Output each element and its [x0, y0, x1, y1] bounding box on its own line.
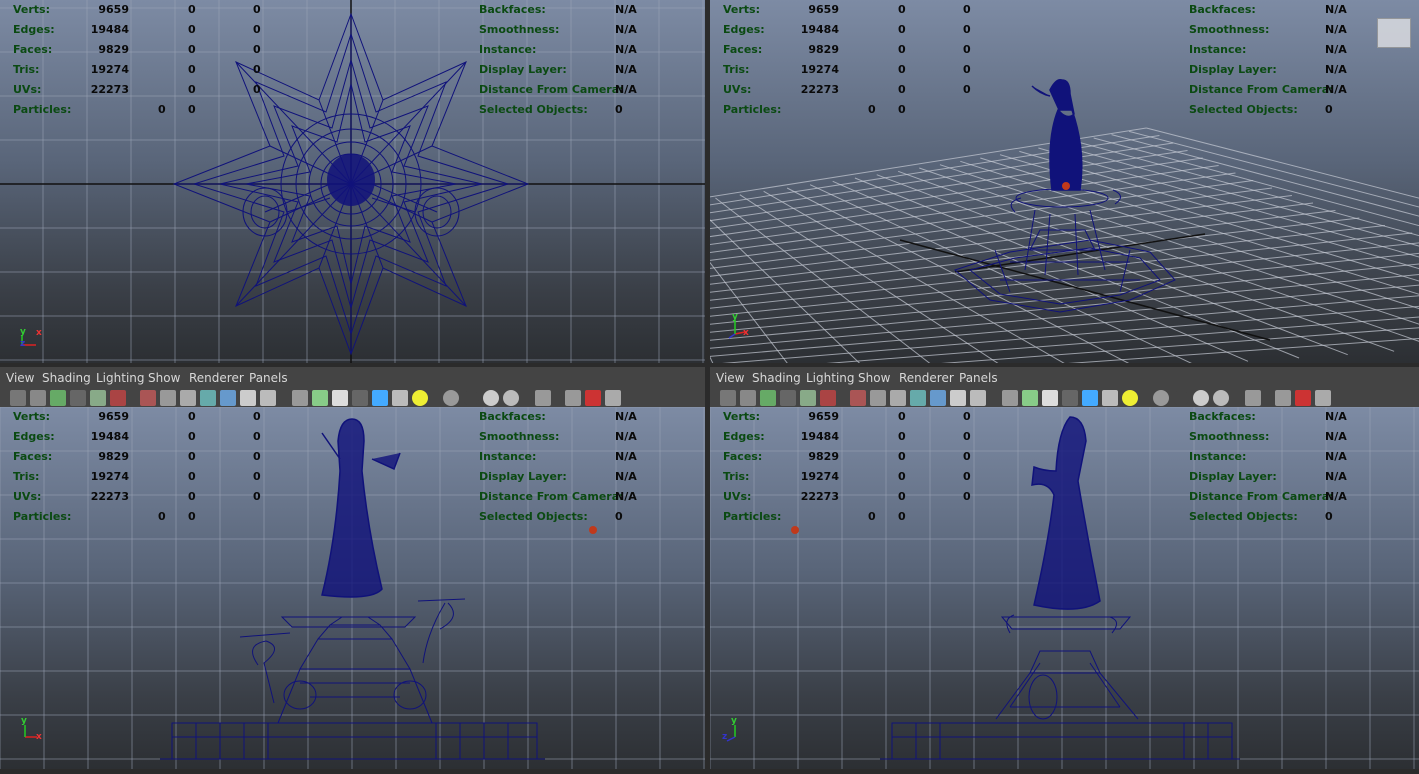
menu-renderer[interactable]: Renderer: [189, 371, 244, 385]
menu-show[interactable]: Show: [858, 371, 890, 385]
menu-panels[interactable]: Panels: [249, 371, 288, 385]
camera-icon[interactable]: [10, 390, 26, 406]
grid-icon[interactable]: [483, 390, 499, 406]
wireframe-icon[interactable]: [1295, 390, 1311, 406]
flat-icon[interactable]: [950, 390, 966, 406]
viewport-persp[interactable]: y x Verts: 9659 0 0 Edges: 19484 0 0 Faces: 9829 0…: [710, 0, 1419, 363]
xray-icon[interactable]: [352, 390, 368, 406]
menu-view[interactable]: View: [716, 371, 744, 385]
persp-view-canvas: [710, 78, 1419, 363]
resolution-gate-icon[interactable]: [1275, 390, 1291, 406]
axis-z-label: z: [722, 732, 728, 742]
smooth-shade-icon[interactable]: [1315, 390, 1331, 406]
safe-action-icon[interactable]: [140, 390, 156, 406]
panel-toolbar-right: [710, 389, 1419, 407]
menu-lighting[interactable]: Lighting: [806, 371, 855, 385]
front-view-canvas: [0, 407, 705, 769]
light-icon[interactable]: [1062, 182, 1070, 190]
default-light-icon[interactable]: [970, 390, 986, 406]
viewport-side[interactable]: y z Verts: 9659 0 0 Edges: 19484 0 0 Faces: 9829 0…: [710, 407, 1419, 769]
image-plane-icon[interactable]: [780, 390, 796, 406]
menu-show[interactable]: Show: [148, 371, 180, 385]
axis-x-label: x: [36, 328, 42, 338]
film-gate-icon[interactable]: [110, 390, 126, 406]
panel-menubar-left: View Shading Lighting Show Renderer Panels: [0, 367, 705, 389]
axis-y-label: y: [731, 716, 737, 726]
shadows-icon[interactable]: [1042, 390, 1058, 406]
safe-action-icon[interactable]: [850, 390, 866, 406]
textured-icon[interactable]: [292, 390, 308, 406]
xray-icon[interactable]: [1062, 390, 1078, 406]
camera-icon[interactable]: [720, 390, 736, 406]
bookmark-icon[interactable]: [443, 390, 459, 406]
menu-view[interactable]: View: [6, 371, 34, 385]
menu-shading[interactable]: Shading: [752, 371, 801, 385]
top-view-canvas: [0, 0, 705, 363]
menu-shading[interactable]: Shading: [42, 371, 91, 385]
fountain-persp-wireframe: [953, 188, 1176, 313]
menu-panels[interactable]: Panels: [959, 371, 998, 385]
axis-x-label: x: [743, 328, 749, 338]
smooth-shade-icon[interactable]: [200, 390, 216, 406]
film-gate-icon[interactable]: [820, 390, 836, 406]
film-gate-icon[interactable]: [1213, 390, 1229, 406]
camera-attr-icon[interactable]: [412, 390, 428, 406]
shade-wire-icon[interactable]: [930, 390, 946, 406]
grid-icon[interactable]: [800, 390, 816, 406]
image-plane-icon[interactable]: [463, 390, 479, 406]
camera-attr-icon[interactable]: [740, 390, 756, 406]
menu-lighting[interactable]: Lighting: [96, 371, 145, 385]
lights-icon[interactable]: [312, 390, 328, 406]
smooth-shade-icon[interactable]: [910, 390, 926, 406]
light-icon[interactable]: [791, 526, 799, 534]
light-icon[interactable]: [589, 526, 597, 534]
axis-x-label: x: [36, 732, 42, 742]
default-light-icon[interactable]: [260, 390, 276, 406]
viewcube[interactable]: [1377, 18, 1411, 48]
lights-icon[interactable]: [1022, 390, 1038, 406]
fountain-side-wireframe: [880, 614, 1240, 760]
camera-attr-icon[interactable]: [30, 390, 46, 406]
resolution-gate-icon[interactable]: [565, 390, 581, 406]
bookmark-icon[interactable]: [50, 390, 66, 406]
isolate-icon[interactable]: [372, 390, 388, 406]
bookmark-icon[interactable]: [1153, 390, 1169, 406]
axis-y-label: y: [21, 716, 27, 726]
menu-renderer[interactable]: Renderer: [899, 371, 954, 385]
viewport-top[interactable]: y x z Verts: 9659 0 0 Edges: 19484 0 0 Faces: 982…: [0, 0, 705, 363]
isolate-icon[interactable]: [1082, 390, 1098, 406]
axis-y-label: y: [732, 312, 738, 322]
shadows-icon[interactable]: [332, 390, 348, 406]
resolution-gate-icon[interactable]: [870, 390, 886, 406]
safe-action-icon[interactable]: [1245, 390, 1261, 406]
wireframe-icon[interactable]: [180, 390, 196, 406]
wireframe-icon[interactable]: [585, 390, 601, 406]
smooth-shade-icon[interactable]: [605, 390, 621, 406]
flat-icon[interactable]: [240, 390, 256, 406]
wireframe-icon[interactable]: [890, 390, 906, 406]
bottom-border: [0, 769, 1419, 774]
camera-icon[interactable]: [1102, 390, 1118, 406]
image-plane-icon[interactable]: [70, 390, 86, 406]
viewport-front[interactable]: y x Verts: 9659 0 0 Edges: 19484 0 0 Faces: 9829 0…: [0, 407, 705, 769]
side-view-canvas: [710, 407, 1419, 769]
shade-wire-icon[interactable]: [220, 390, 236, 406]
bookmark-icon[interactable]: [760, 390, 776, 406]
panel-menubar-right: View Shading Lighting Show Renderer Panels: [710, 367, 1419, 389]
film-gate-icon[interactable]: [503, 390, 519, 406]
grid-icon[interactable]: [90, 390, 106, 406]
textured-icon[interactable]: [1002, 390, 1018, 406]
axis-gizmo-br: [726, 725, 736, 742]
resolution-gate-icon[interactable]: [160, 390, 176, 406]
safe-action-icon[interactable]: [535, 390, 551, 406]
camera-icon[interactable]: [392, 390, 408, 406]
image-plane-icon[interactable]: [1173, 390, 1189, 406]
grid-icon[interactable]: [1193, 390, 1209, 406]
axis-y-label: y: [20, 327, 26, 337]
panel-toolbar-left: [0, 389, 705, 407]
camera-attr-icon[interactable]: [1122, 390, 1138, 406]
axis-z-label: z: [20, 339, 26, 349]
